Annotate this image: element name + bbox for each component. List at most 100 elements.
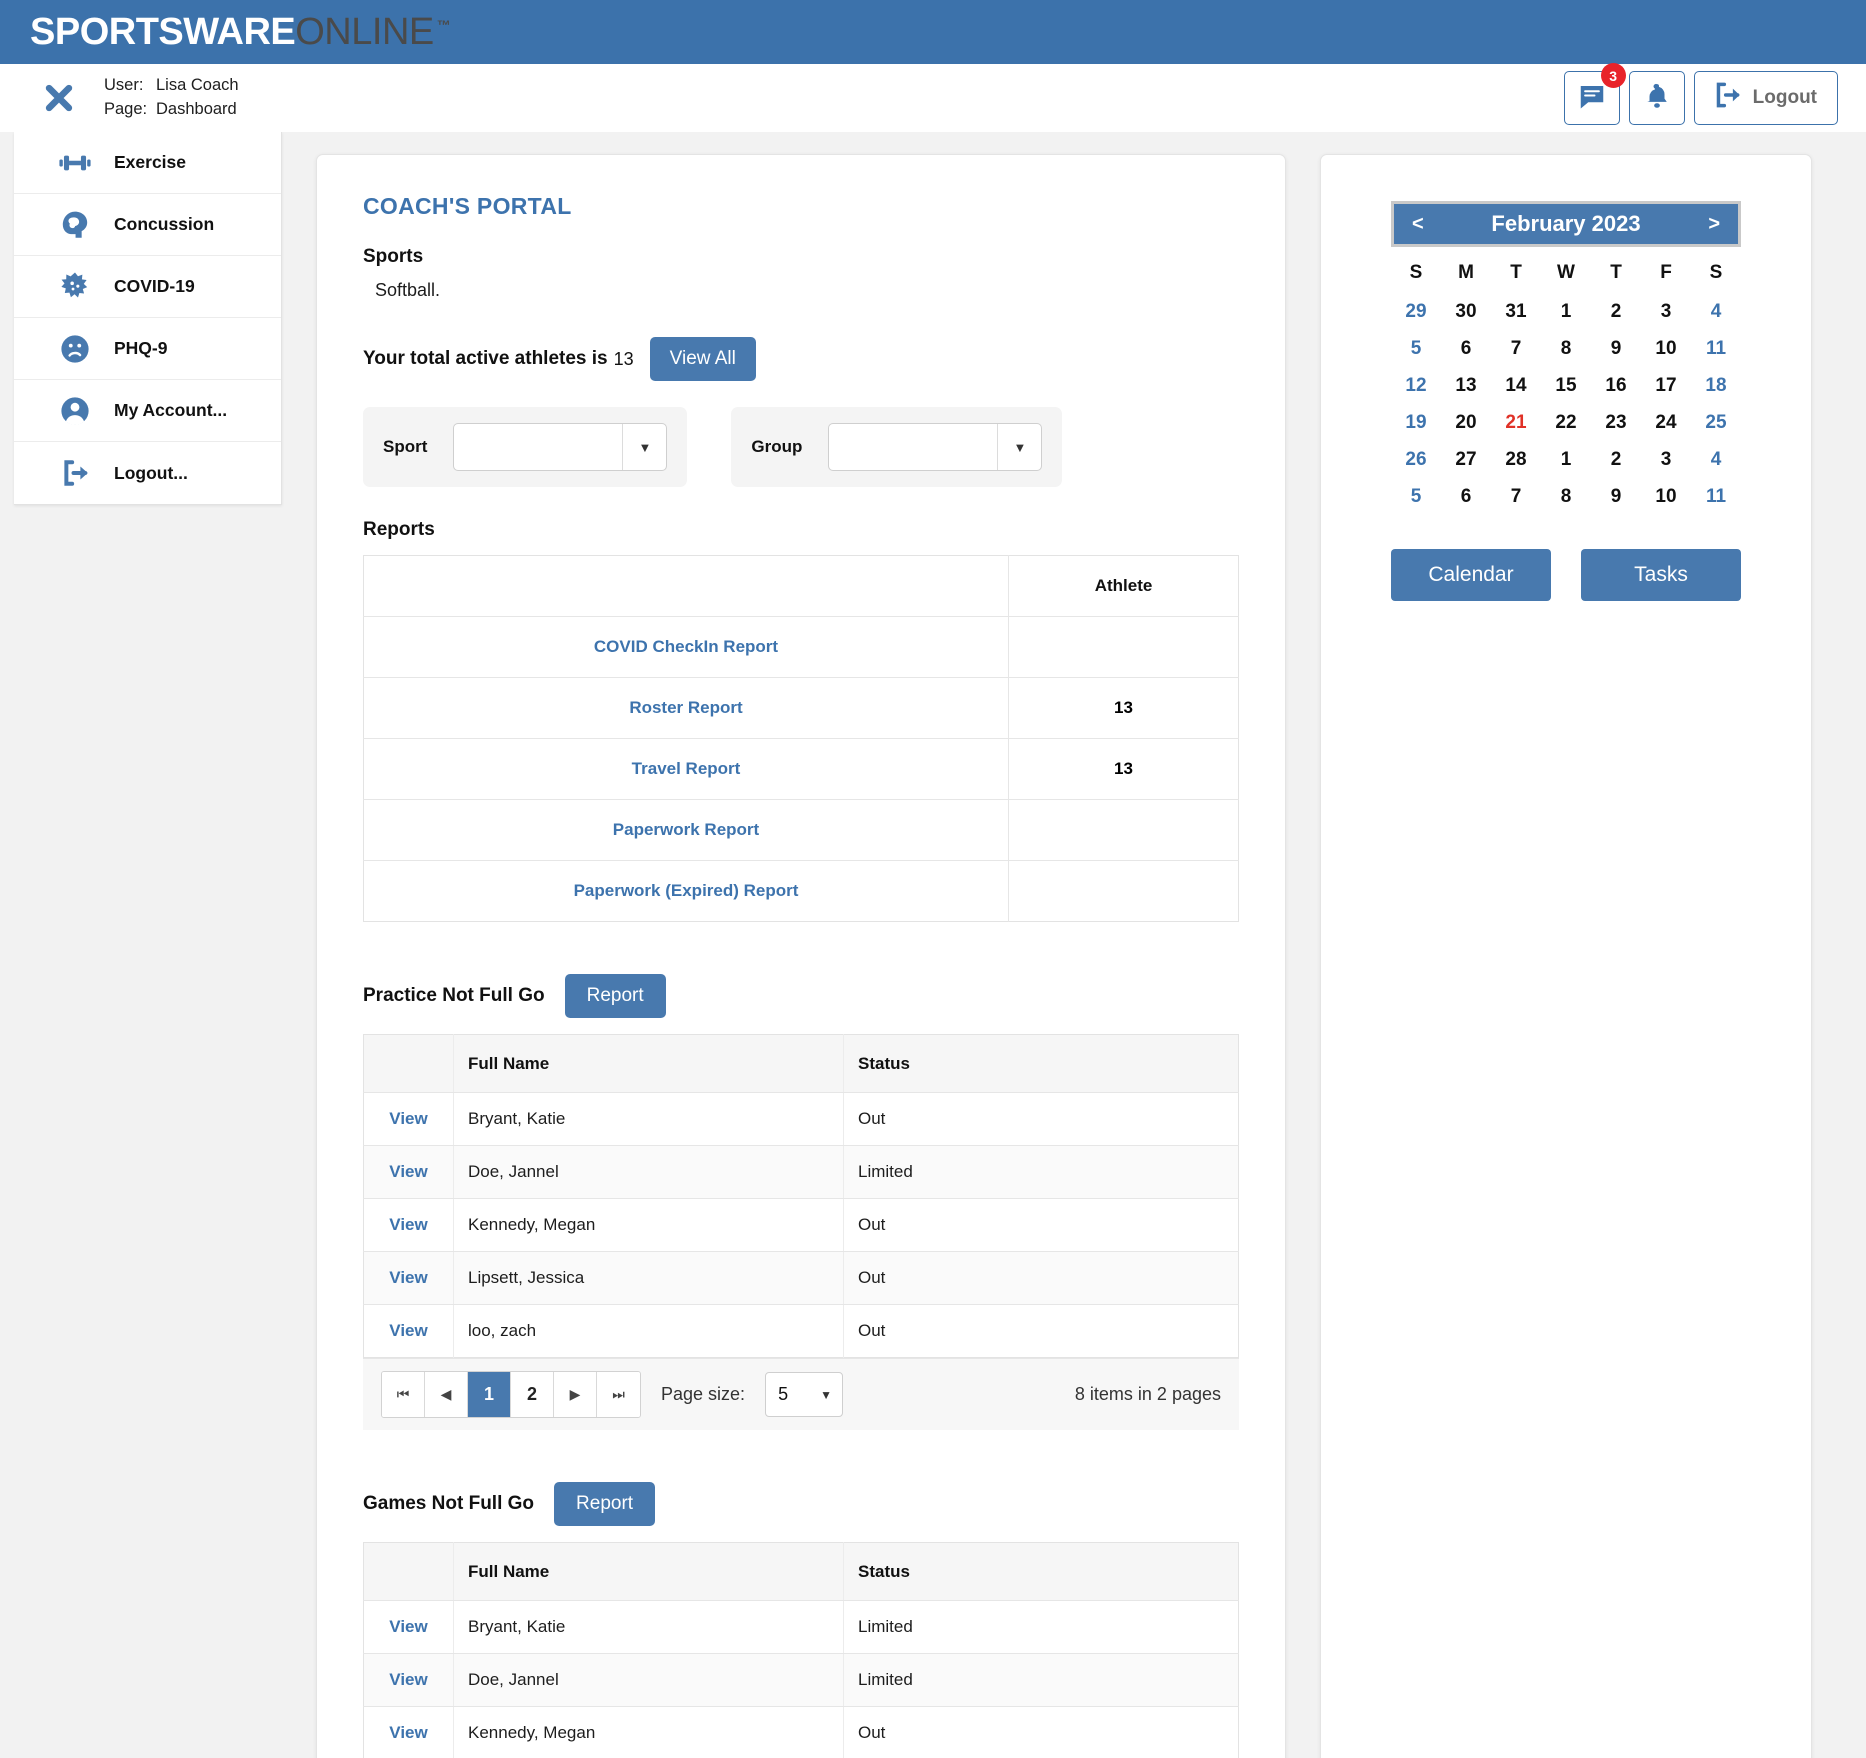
logout-button[interactable]: Logout bbox=[1694, 71, 1838, 125]
calendar-day-cell[interactable]: 22 bbox=[1541, 404, 1591, 441]
sidebar-item-label: My Account... bbox=[114, 400, 227, 421]
calendar-day-cell[interactable]: 6 bbox=[1441, 330, 1491, 367]
view-link[interactable]: View bbox=[389, 1215, 427, 1234]
table-row: COVID CheckIn Report bbox=[364, 617, 1239, 678]
calendar-grid: S M T W T F S 29303112345678910111213141… bbox=[1391, 253, 1741, 515]
calendar-day-cell[interactable]: 8 bbox=[1541, 478, 1591, 515]
calendar-day-cell[interactable]: 13 bbox=[1441, 367, 1491, 404]
tasks-button[interactable]: Tasks bbox=[1581, 549, 1741, 601]
calendar-day-cell[interactable]: 9 bbox=[1591, 330, 1641, 367]
calendar-day-cell[interactable]: 3 bbox=[1641, 441, 1691, 478]
practice-report-button[interactable]: Report bbox=[565, 974, 666, 1018]
notifications-button[interactable] bbox=[1629, 71, 1685, 125]
view-link[interactable]: View bbox=[389, 1162, 427, 1181]
calendar-day-cell[interactable]: 27 bbox=[1441, 441, 1491, 478]
calendar-body: 2930311234567891011121314151617181920212… bbox=[1391, 293, 1741, 515]
view-link[interactable]: View bbox=[389, 1268, 427, 1287]
calendar-dayname: F bbox=[1641, 253, 1691, 293]
group-select[interactable]: ▼ bbox=[828, 423, 1042, 471]
sidebar-item-exercise[interactable]: Exercise bbox=[14, 132, 281, 194]
page-2-button[interactable]: 2 bbox=[511, 1372, 554, 1417]
calendar-day-cell[interactable]: 2 bbox=[1591, 293, 1641, 330]
report-link[interactable]: Paperwork (Expired) Report bbox=[574, 881, 799, 900]
calendar-day-cell[interactable]: 19 bbox=[1391, 404, 1441, 441]
report-athlete-count: 13 bbox=[1009, 739, 1239, 800]
calendar-day-cell[interactable]: 5 bbox=[1391, 330, 1441, 367]
sidebar-item-my-account[interactable]: My Account... bbox=[14, 380, 281, 442]
calendar-day-cell[interactable]: 25 bbox=[1691, 404, 1741, 441]
close-icon[interactable] bbox=[42, 81, 76, 115]
calendar-day-cell[interactable]: 4 bbox=[1691, 441, 1741, 478]
calendar-day-cell[interactable]: 23 bbox=[1591, 404, 1641, 441]
view-all-button[interactable]: View All bbox=[650, 337, 756, 381]
next-page-button[interactable]: ▶ bbox=[554, 1372, 597, 1417]
report-link[interactable]: COVID CheckIn Report bbox=[594, 637, 778, 656]
calendar-day-cell[interactable]: 26 bbox=[1391, 441, 1441, 478]
view-link[interactable]: View bbox=[389, 1321, 427, 1340]
view-link[interactable]: View bbox=[389, 1109, 427, 1128]
report-link[interactable]: Roster Report bbox=[629, 698, 742, 717]
sidebar-item-logout[interactable]: Logout... bbox=[14, 442, 281, 504]
last-page-button[interactable]: ⏭ bbox=[597, 1372, 640, 1417]
calendar-week-row: 2930311234 bbox=[1391, 293, 1741, 330]
calendar-day-cell[interactable]: 21 bbox=[1491, 404, 1541, 441]
page-1-button[interactable]: 1 bbox=[468, 1372, 511, 1417]
games-title: Games Not Full Go bbox=[363, 1493, 534, 1515]
calendar-day-cell[interactable]: 11 bbox=[1691, 478, 1741, 515]
calendar-day-cell[interactable]: 1 bbox=[1541, 441, 1591, 478]
view-link[interactable]: View bbox=[389, 1723, 427, 1742]
calendar-day-cell[interactable]: 4 bbox=[1691, 293, 1741, 330]
reports-col-blank bbox=[364, 556, 1009, 617]
calendar-prev-month-button[interactable]: < bbox=[1412, 213, 1424, 236]
calendar-day-cell[interactable]: 12 bbox=[1391, 367, 1441, 404]
calendar-day-cell[interactable]: 17 bbox=[1641, 367, 1691, 404]
prev-page-button[interactable]: ◀ bbox=[425, 1372, 468, 1417]
sidebar-item-concussion[interactable]: Concussion bbox=[14, 194, 281, 256]
messages-button[interactable]: 3 bbox=[1564, 71, 1620, 125]
view-link[interactable]: View bbox=[389, 1670, 427, 1689]
calendar-day-cell[interactable]: 30 bbox=[1441, 293, 1491, 330]
calendar-day-cell[interactable]: 2 bbox=[1591, 441, 1641, 478]
first-page-button[interactable]: ⏮ bbox=[382, 1372, 425, 1417]
athlete-name: Kennedy, Megan bbox=[454, 1199, 844, 1252]
calendar-day-cell[interactable]: 31 bbox=[1491, 293, 1541, 330]
page-size-select[interactable]: 5 ▼ bbox=[765, 1372, 843, 1417]
calendar-day-cell[interactable]: 3 bbox=[1641, 293, 1691, 330]
calendar-day-cell[interactable]: 18 bbox=[1691, 367, 1741, 404]
logo-part-two: ONLINE bbox=[295, 11, 433, 54]
athlete-status: Out bbox=[844, 1707, 1239, 1758]
sidebar-item-phq-9[interactable]: PHQ-9 bbox=[14, 318, 281, 380]
view-link[interactable]: View bbox=[389, 1617, 427, 1636]
sports-value: Softball. bbox=[375, 280, 1239, 301]
calendar-day-cell[interactable]: 8 bbox=[1541, 330, 1591, 367]
calendar-button[interactable]: Calendar bbox=[1391, 549, 1551, 601]
calendar-day-cell[interactable]: 11 bbox=[1691, 330, 1741, 367]
calendar-day-cell[interactable]: 5 bbox=[1391, 478, 1441, 515]
calendar-day-cell[interactable]: 16 bbox=[1591, 367, 1641, 404]
sport-select-value bbox=[454, 424, 622, 470]
sport-select[interactable]: ▼ bbox=[453, 423, 667, 471]
report-link[interactable]: Travel Report bbox=[632, 759, 741, 778]
games-report-button[interactable]: Report bbox=[554, 1482, 655, 1526]
sidebar-item-covid-19[interactable]: COVID-19 bbox=[14, 256, 281, 318]
calendar-next-month-button[interactable]: > bbox=[1708, 213, 1720, 236]
games-col-name: Full Name bbox=[454, 1543, 844, 1601]
calendar-day-cell[interactable]: 29 bbox=[1391, 293, 1441, 330]
calendar-day-cell[interactable]: 20 bbox=[1441, 404, 1491, 441]
calendar-day-cell[interactable]: 9 bbox=[1591, 478, 1641, 515]
calendar-day-cell[interactable]: 1 bbox=[1541, 293, 1591, 330]
table-row: View Lipsett, Jessica Out bbox=[364, 1252, 1239, 1305]
report-link[interactable]: Paperwork Report bbox=[613, 820, 759, 839]
calendar-day-cell[interactable]: 15 bbox=[1541, 367, 1591, 404]
calendar-day-cell[interactable]: 24 bbox=[1641, 404, 1691, 441]
calendar-day-cell[interactable]: 6 bbox=[1441, 478, 1491, 515]
calendar-day-cell[interactable]: 7 bbox=[1491, 330, 1541, 367]
table-row: Paperwork (Expired) Report bbox=[364, 861, 1239, 922]
logo-part-one: SPORTSWARE bbox=[30, 11, 295, 54]
table-row: Roster Report 13 bbox=[364, 678, 1239, 739]
calendar-day-cell[interactable]: 28 bbox=[1491, 441, 1541, 478]
calendar-day-cell[interactable]: 14 bbox=[1491, 367, 1541, 404]
calendar-day-cell[interactable]: 7 bbox=[1491, 478, 1541, 515]
calendar-day-cell[interactable]: 10 bbox=[1641, 478, 1691, 515]
calendar-day-cell[interactable]: 10 bbox=[1641, 330, 1691, 367]
